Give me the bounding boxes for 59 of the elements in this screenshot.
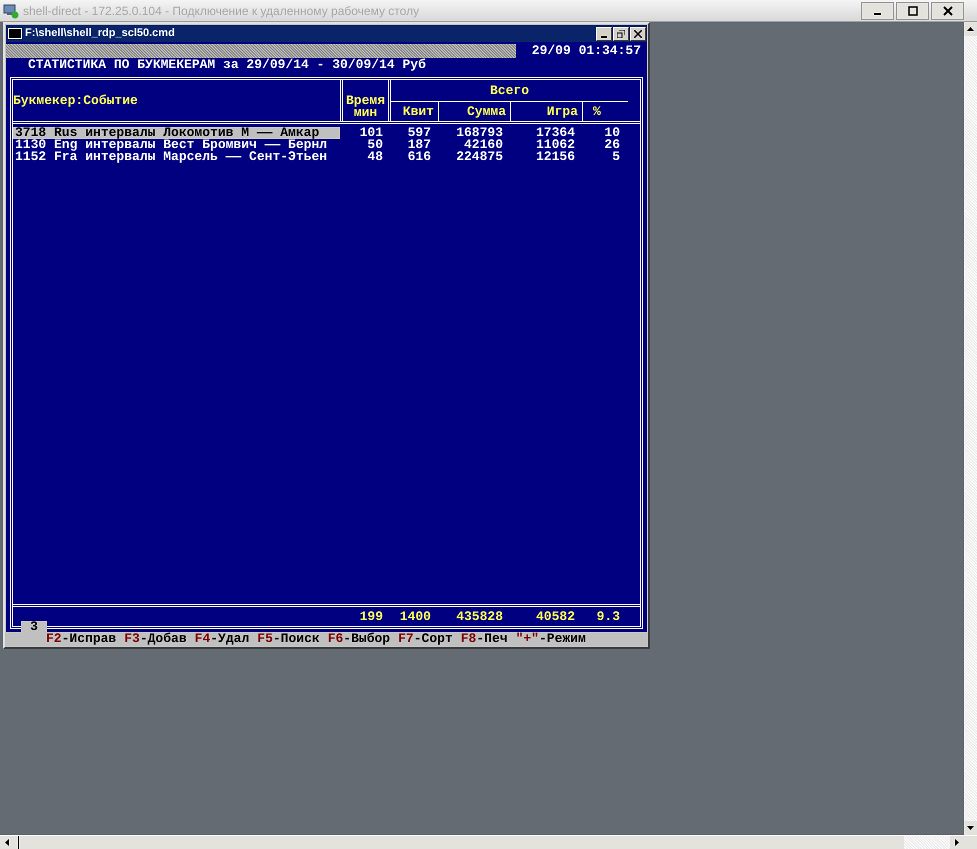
column-header: Букмекер:Событие — [13, 92, 138, 110]
vertical-scrollbar[interactable] — [964, 22, 977, 835]
minimize-button[interactable] — [861, 2, 894, 20]
time-cell-text: 48 — [366, 151, 384, 163]
scroll-up-icon[interactable] — [964, 22, 977, 36]
kvit-cell-text: 616 — [406, 151, 432, 163]
console-icon — [8, 28, 22, 39]
maximize-button[interactable] — [896, 2, 929, 20]
restore-button[interactable] — [613, 26, 629, 40]
scroll-down-icon[interactable] — [964, 821, 977, 835]
clock: 29/09 01:34:57 — [532, 44, 641, 58]
game-cell-text: 11062 — [534, 139, 576, 151]
restore-icon — [617, 30, 625, 38]
percent-cell-text: 10 — [603, 127, 621, 139]
column-header: мин — [354, 107, 378, 119]
column-header: Квит — [402, 102, 434, 120]
time-cell-text: 50 — [366, 139, 384, 151]
kvit-cell-text: 187 — [406, 139, 432, 151]
close-button[interactable] — [931, 2, 964, 20]
remote-desktop-icon — [3, 2, 19, 18]
window-title: shell-direct - 172.25.0.104 - Подключение к удаленному рабочему столу — [23, 2, 420, 20]
event-cell[interactable]: 1152 Fra интервалы Марсель —— Сент-Этьен — [13, 151, 340, 163]
game-cell-text: 17364 — [534, 127, 576, 139]
total-cell-text: 435828 — [455, 608, 504, 626]
event-cell[interactable]: 3718 Rus интервалы Локомотив М —— Амкар — [13, 127, 340, 139]
horizontal-scrollbar[interactable] — [0, 835, 977, 849]
report-title: СТАТИСТИКА ПО БУКМЕКЕРАМ за 29/09/14 - 30/09/14 Руб — [28, 58, 427, 72]
column-header: % — [593, 102, 601, 120]
window-title: F:\shell\shell_rdp_scl50.cmd — [25, 26, 175, 42]
column-header: Сумма — [466, 102, 506, 120]
hotkey-hint[interactable]: F7-Сорт — [398, 632, 453, 646]
column-header: Время — [346, 95, 385, 107]
minimize-icon — [874, 13, 881, 15]
total-cell-text: 9.3 — [596, 608, 621, 626]
hotkey-hint[interactable]: F3-Добав — [124, 632, 187, 646]
hotkey-hint[interactable]: F4-Удал — [194, 632, 250, 646]
time-cell-text: 101 — [358, 127, 384, 139]
game-cell-text: 12156 — [534, 151, 576, 163]
hotkey-hint[interactable]: F8-Печ — [460, 632, 508, 646]
sum-cell-text: 224875 — [455, 151, 504, 163]
total-cell-text: 199 — [358, 608, 384, 626]
close-icon — [634, 30, 642, 38]
kvit-cell-text: 597 — [406, 127, 432, 139]
total-cell-text: 40582 — [534, 608, 576, 626]
hotkey-hint[interactable]: F2-Исправ — [46, 632, 116, 646]
event-cell[interactable]: 1130 Eng интервалы Вест Бромвич —— Бернл — [13, 139, 340, 151]
percent-cell-text: 26 — [603, 139, 621, 151]
hotkey-hint[interactable]: F6-Выбор — [328, 632, 390, 646]
total-cell-text: 1400 — [398, 608, 432, 626]
column-header: Всего — [490, 82, 529, 100]
hotkey-hint[interactable]: "+"-Режим — [516, 632, 586, 646]
sum-cell-text: 168793 — [455, 127, 504, 139]
close-icon — [942, 6, 952, 16]
sum-cell-text: 42160 — [464, 139, 504, 151]
column-header: Игра — [546, 102, 578, 120]
minimize-icon — [601, 36, 607, 38]
percent-cell-text: 5 — [611, 151, 621, 163]
hotkey-hint[interactable]: F5-Поиск — [257, 632, 320, 646]
maximize-icon — [908, 6, 918, 16]
